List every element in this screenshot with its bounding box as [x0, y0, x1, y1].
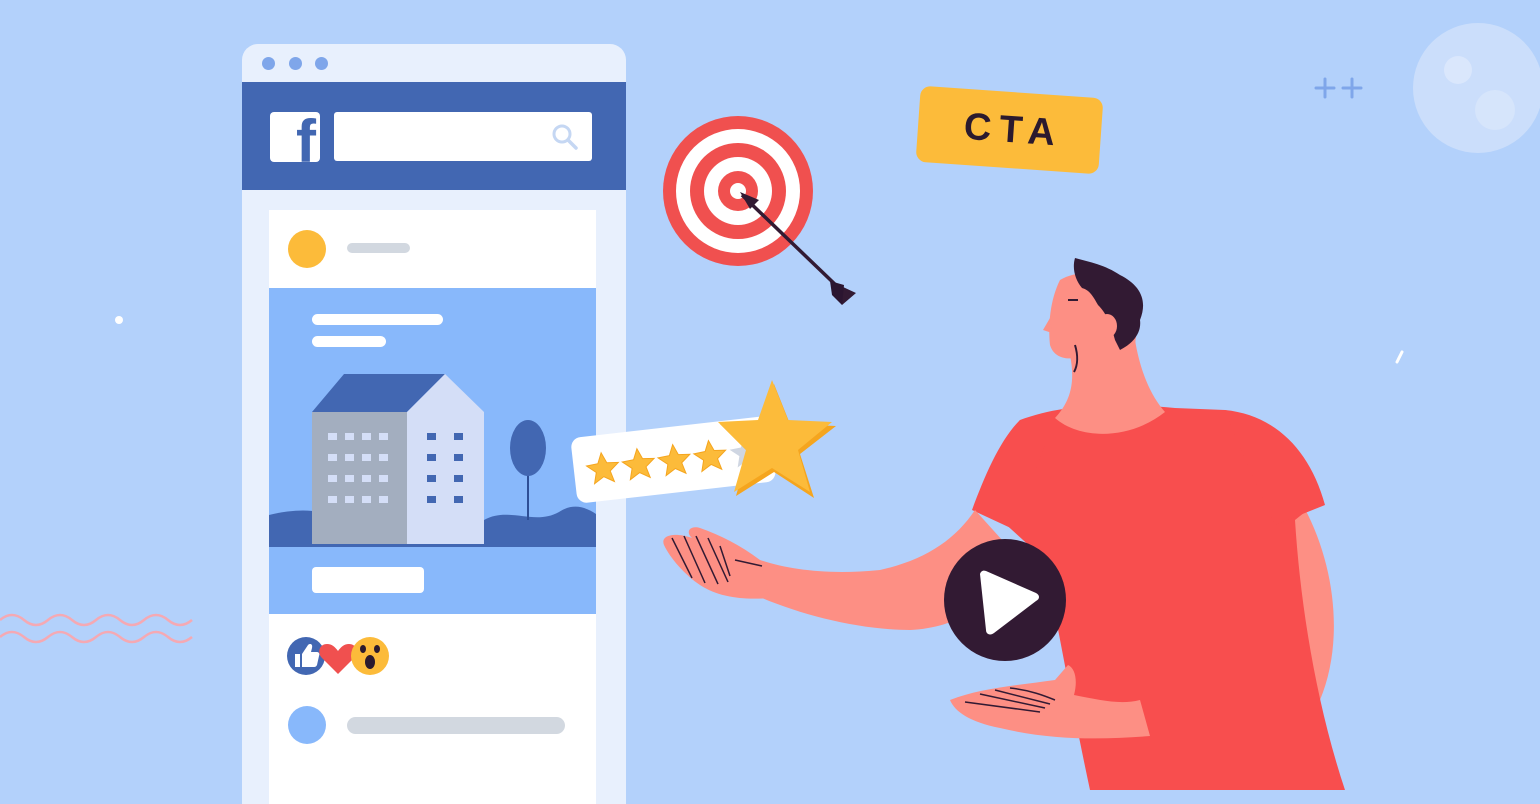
comment-input-placeholder[interactable] — [347, 717, 565, 734]
post-card — [269, 210, 596, 804]
reaction-icons — [287, 637, 389, 675]
facebook-header: f — [242, 82, 626, 190]
search-input[interactable] — [334, 112, 592, 161]
facebook-logo-icon[interactable]: f — [270, 112, 320, 162]
like-icon — [287, 637, 325, 675]
ad-cta-button[interactable] — [312, 567, 424, 593]
ad-image[interactable] — [269, 288, 596, 614]
play-icon — [944, 539, 1066, 661]
cta-badge[interactable]: CTA — [915, 85, 1104, 175]
window-dot — [289, 57, 302, 70]
comment-avatar[interactable] — [288, 706, 326, 744]
building-illustration — [269, 374, 596, 547]
post-avatar[interactable] — [288, 230, 326, 268]
facebook-logo-letter: f — [296, 112, 316, 162]
cta-label: CTA — [962, 105, 1065, 155]
window-dot — [262, 57, 275, 70]
decor-wavy-lines — [0, 613, 193, 644]
post-author-placeholder — [347, 243, 410, 253]
phone-mockup: f — [242, 44, 626, 804]
decor-plus-signs — [1314, 77, 1363, 99]
search-icon[interactable] — [550, 122, 580, 152]
wow-icon — [351, 637, 389, 675]
decor-dot — [115, 316, 123, 324]
love-icon — [319, 644, 357, 674]
decor-textured-moon — [1413, 23, 1540, 153]
window-dot — [315, 57, 328, 70]
star-icon — [584, 450, 621, 485]
person-illustration — [663, 258, 1345, 790]
